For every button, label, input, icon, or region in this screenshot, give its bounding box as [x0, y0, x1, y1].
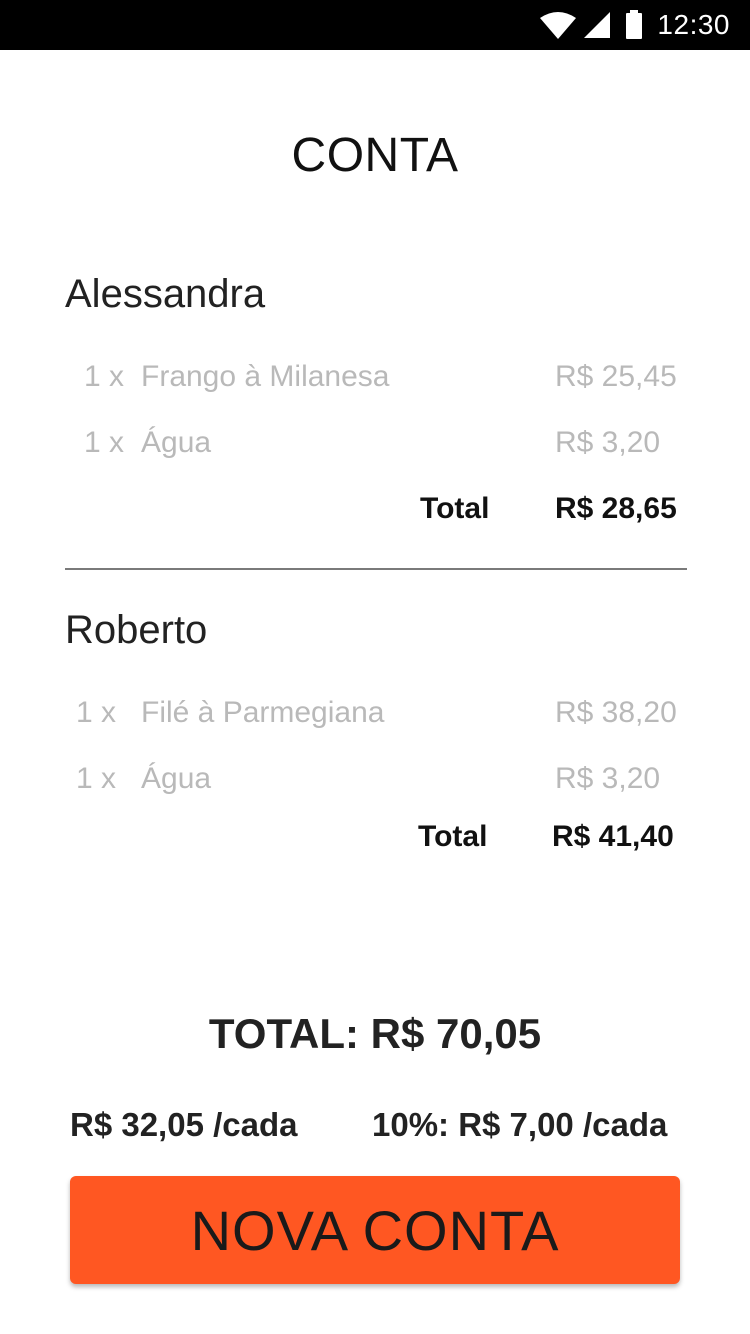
item-price: R$ 3,20 — [555, 426, 661, 459]
grand-total: TOTAL: R$ 70,05 — [208, 1010, 542, 1057]
tip-per-person: 10%: R$ 7,00 /cada — [372, 1106, 668, 1143]
item-price: R$ 25,45 — [555, 360, 677, 393]
item-quantity: 1 x — [76, 762, 117, 795]
wifi-icon — [539, 11, 577, 39]
status-bar: 12:30 — [0, 0, 750, 50]
item-quantity: 1 x — [76, 696, 117, 729]
total-label: Total — [418, 820, 488, 853]
item-description: Filé à Parmegiana — [141, 696, 385, 729]
person-total: Total R$ 28,65 — [65, 492, 685, 532]
item-quantity: 1 x — [84, 360, 125, 393]
total-value: R$ 41,40 — [552, 820, 674, 853]
person-total: Total R$ 41,40 — [65, 820, 685, 860]
order-item: 1 x Filé à Parmegiana R$ 38,20 — [65, 696, 685, 736]
item-quantity: 1 x — [84, 426, 125, 459]
person-name: Roberto — [65, 608, 208, 652]
person-section: Roberto 1 x Filé à Parmegiana R$ 38,20 1… — [65, 608, 685, 878]
item-description: Água — [141, 426, 212, 459]
item-price: R$ 3,20 — [555, 762, 661, 795]
status-icons: 12:30 — [539, 9, 730, 41]
item-description: Água — [141, 762, 212, 795]
signal-icon — [581, 11, 611, 39]
total-label: Total — [420, 492, 490, 525]
divider — [65, 568, 687, 570]
page-title: CONTA — [291, 129, 459, 182]
order-item: 1 x Água R$ 3,20 — [65, 762, 685, 802]
person-name: Alessandra — [65, 272, 266, 316]
new-bill-button[interactable]: NOVA CONTA — [70, 1176, 680, 1284]
status-time: 12:30 — [657, 9, 730, 40]
total-value: R$ 28,65 — [555, 492, 677, 525]
order-item: 1 x Frango à Milanesa R$ 25,45 — [65, 360, 685, 400]
per-person-amount: R$ 32,05 /cada — [70, 1106, 298, 1143]
order-item: 1 x Água R$ 3,20 — [65, 426, 685, 466]
item-price: R$ 38,20 — [555, 696, 677, 729]
person-section: Alessandra 1 x Frango à Milanesa R$ 25,4… — [65, 272, 685, 542]
battery-icon — [625, 10, 643, 40]
item-description: Frango à Milanesa — [141, 360, 390, 393]
